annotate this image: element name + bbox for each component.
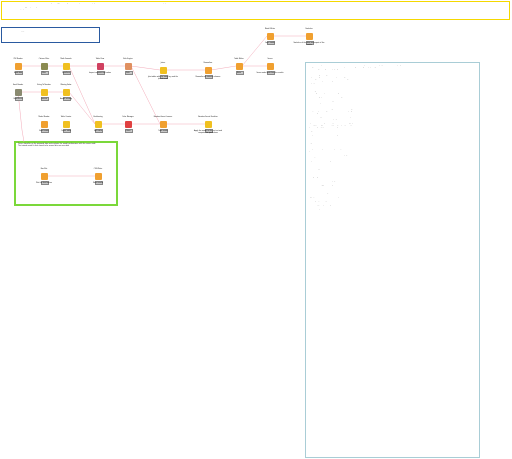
table-creator-icon[interactable] (62, 120, 70, 128)
node-caption: Normalize all numeric columns (195, 77, 221, 78)
boxplot-icon[interactable] (40, 172, 48, 180)
node-caption: Handle missing (59, 99, 73, 100)
node-caption: Train model (158, 131, 168, 132)
node-caption: Apply the model to the test set and comp… (193, 131, 223, 134)
node-caption: Join tables with the same key and the jo… (147, 77, 179, 80)
joiner-icon[interactable] (159, 66, 167, 74)
file-reader-icon[interactable] (14, 62, 22, 70)
connection (210, 65, 237, 71)
stats-icon[interactable] (305, 32, 313, 40)
filter-icon[interactable] (40, 62, 48, 70)
node-caption: Colors (125, 131, 131, 132)
node-label: Joiner (160, 63, 166, 64)
node-caption: Transform (62, 73, 70, 74)
scorer-icon[interactable] (266, 62, 274, 70)
node-caption: Statistics of the data and export of the… (293, 43, 325, 46)
writer-icon[interactable] (235, 62, 243, 70)
normalizer-icon[interactable] (204, 66, 212, 74)
connection (130, 65, 161, 71)
missing-icon[interactable] (62, 88, 70, 96)
node-caption: Write results (92, 183, 104, 184)
node-label: CSV Writer (93, 169, 103, 170)
node-caption: Save model (265, 43, 275, 44)
node-label: Random Forest Predictor (198, 117, 218, 118)
node-label: Normalizer (203, 63, 213, 64)
node-label: Color Manager (122, 117, 134, 118)
node-label: Random Forest Learner (153, 117, 173, 118)
node-label: Partitioning (93, 117, 103, 118)
model-reader-icon[interactable] (40, 120, 48, 128)
connection (68, 91, 96, 125)
node-label: Table Writer (234, 59, 244, 60)
model-writer-icon[interactable] (266, 32, 274, 40)
node-label: Model Reader (38, 117, 50, 118)
excel-icon[interactable] (14, 88, 22, 96)
node-label: Missing Value (60, 85, 72, 86)
node-caption: Read model (39, 131, 49, 132)
node-label: Statistics (305, 29, 313, 30)
predictor-icon[interactable] (204, 120, 212, 128)
learner-icon[interactable] (159, 120, 167, 128)
view-icon[interactable] (96, 62, 104, 70)
node-label: Table View (95, 59, 105, 60)
partition-icon[interactable] (94, 120, 102, 128)
color-icon[interactable] (124, 120, 132, 128)
node-label: Math Formula (60, 59, 72, 60)
connection (241, 35, 268, 67)
connection-lines (17, 35, 306, 177)
node-caption: Score model and show the results (256, 73, 284, 74)
node-caption: Split data (94, 131, 102, 132)
convert-icon[interactable] (40, 88, 48, 96)
node-label: Box Plot (40, 169, 48, 170)
formula-icon[interactable] (62, 62, 70, 70)
rule-icon[interactable] (124, 62, 132, 70)
node-label: Rule Engine (123, 59, 133, 60)
node-label: Scorer (267, 59, 273, 60)
node-caption: Plot the distribution (36, 183, 52, 184)
csv-writer-icon[interactable] (94, 172, 102, 180)
node-caption: Write (236, 73, 242, 74)
node-caption: Rule (126, 73, 130, 74)
node-label: Model Writer (264, 29, 276, 30)
